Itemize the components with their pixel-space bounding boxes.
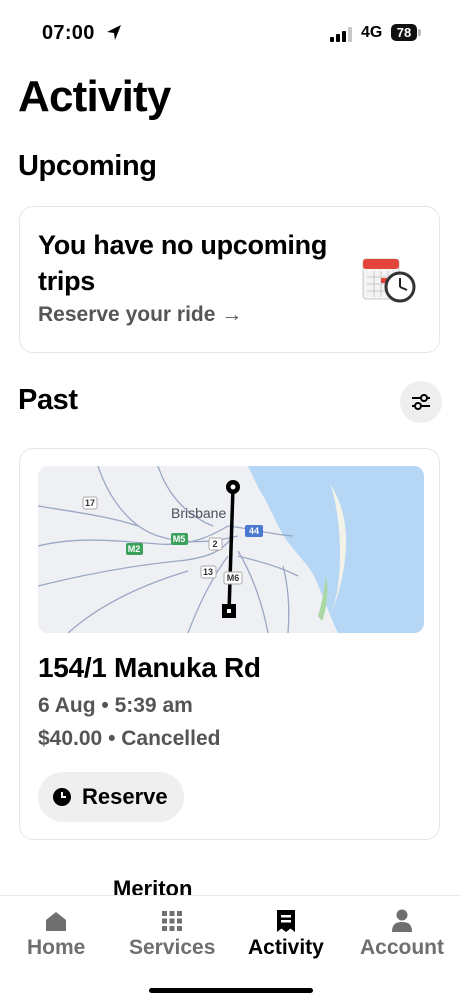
home-indicator (149, 988, 313, 993)
trip-fare-status: $40.00 • Cancelled (38, 727, 221, 750)
battery-icon: 78 (391, 24, 421, 41)
signal-icon (330, 27, 352, 42)
tab-home[interactable]: Home (27, 908, 85, 960)
trip-route-map: Brisbane 17 M2 M5 2 44 13 M6 (38, 466, 424, 633)
road-shield-17: 17 (85, 498, 95, 508)
person-icon (389, 908, 415, 934)
tab-services-label: Services (129, 936, 216, 959)
tab-services[interactable]: Services (129, 908, 215, 960)
location-arrow-icon (107, 25, 121, 40)
no-upcoming-trips-heading: You have no upcoming trips (38, 230, 328, 296)
road-shield-m2: M2 (128, 544, 141, 554)
clock-icon (53, 788, 71, 806)
road-shield-44: 44 (249, 526, 259, 536)
reserve-button[interactable]: Reserve (38, 772, 184, 822)
network-type: 4G (361, 24, 383, 41)
road-shield-m6: M6 (227, 573, 240, 583)
map-city-label: Brisbane (171, 505, 226, 521)
road-shield-2: 2 (212, 539, 217, 549)
reserve-ride-link[interactable]: Reserve your ride → (38, 303, 242, 327)
road-shield-m5: M5 (173, 534, 186, 544)
filter-button[interactable] (400, 381, 442, 423)
road-shield-13: 13 (203, 567, 213, 577)
grid-icon (159, 908, 185, 934)
trip-datetime: 6 Aug • 5:39 am (38, 694, 193, 717)
home-icon (43, 908, 69, 934)
status-bar: 07:00 4G 78 (0, 0, 461, 70)
filter-sliders-icon (412, 394, 430, 410)
tab-activity[interactable]: Activity (248, 908, 324, 960)
calendar-clock-icon (362, 258, 416, 303)
receipt-icon (273, 908, 299, 934)
status-time: 07:00 (42, 22, 95, 44)
past-section-title: Past (18, 384, 78, 416)
tab-account-label: Account (360, 936, 444, 959)
tab-activity-label: Activity (248, 936, 324, 959)
tab-home-label: Home (27, 936, 86, 959)
trip-destination: 154/1 Manuka Rd (38, 652, 261, 683)
tab-bar: Home Services Activity Account (0, 895, 461, 1001)
tab-account[interactable]: Account (360, 908, 444, 960)
reserve-button-label: Reserve (82, 784, 168, 809)
past-trip-card[interactable]: Brisbane 17 M2 M5 2 44 13 M6 154/1 Manuk… (19, 448, 440, 840)
upcoming-card[interactable]: You have no upcoming trips Reserve your … (19, 206, 440, 353)
battery-level: 78 (391, 24, 417, 41)
upcoming-section-title: Upcoming (18, 150, 157, 182)
page-title: Activity (18, 72, 171, 121)
